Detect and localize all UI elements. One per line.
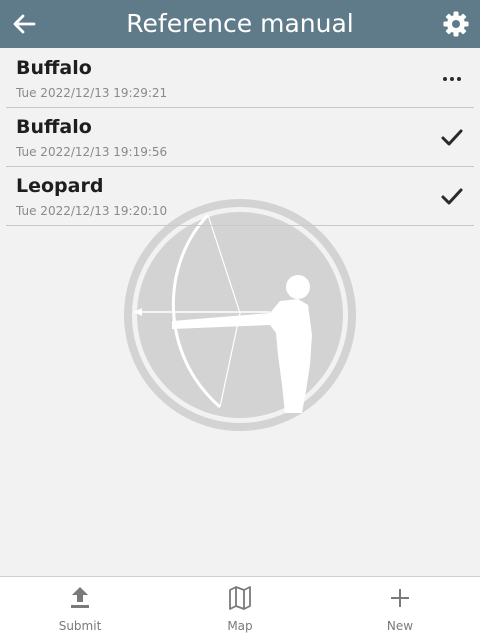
checkmark-icon xyxy=(441,129,463,146)
checkmark-icon xyxy=(441,188,463,205)
submit-button[interactable]: Submit xyxy=(0,577,160,640)
entry-date: Tue 2022/12/13 19:29:21 xyxy=(16,86,168,100)
list-item[interactable]: Buffalo Tue 2022/12/13 19:29:21 xyxy=(6,49,474,108)
bottom-toolbar: Submit Map New xyxy=(0,576,480,640)
plus-icon xyxy=(391,589,409,607)
gear-icon[interactable] xyxy=(442,10,470,38)
new-button[interactable]: New xyxy=(320,577,480,640)
new-label: New xyxy=(386,619,414,633)
entry-name: Buffalo xyxy=(16,57,92,79)
entries-list: Buffalo Tue 2022/12/13 19:29:21 Buffalo … xyxy=(6,49,474,226)
upload-icon xyxy=(71,587,89,608)
archer-logo-icon xyxy=(124,199,356,431)
entry-name: Buffalo xyxy=(16,116,92,138)
submit-label: Submit xyxy=(58,619,102,633)
list-item[interactable]: Buffalo Tue 2022/12/13 19:19:56 xyxy=(6,108,474,167)
map-button[interactable]: Map xyxy=(160,577,320,640)
more-icon[interactable] xyxy=(440,67,464,91)
page-title: Reference manual xyxy=(126,9,354,38)
list-item[interactable]: Leopard Tue 2022/12/13 19:20:10 xyxy=(6,167,474,226)
map-icon xyxy=(229,586,251,610)
app-header: Reference manual xyxy=(0,0,480,48)
entry-date: Tue 2022/12/13 19:19:56 xyxy=(16,145,168,159)
entry-date: Tue 2022/12/13 19:20:10 xyxy=(16,204,168,218)
map-label: Map xyxy=(227,619,253,633)
entry-name: Leopard xyxy=(16,175,104,197)
